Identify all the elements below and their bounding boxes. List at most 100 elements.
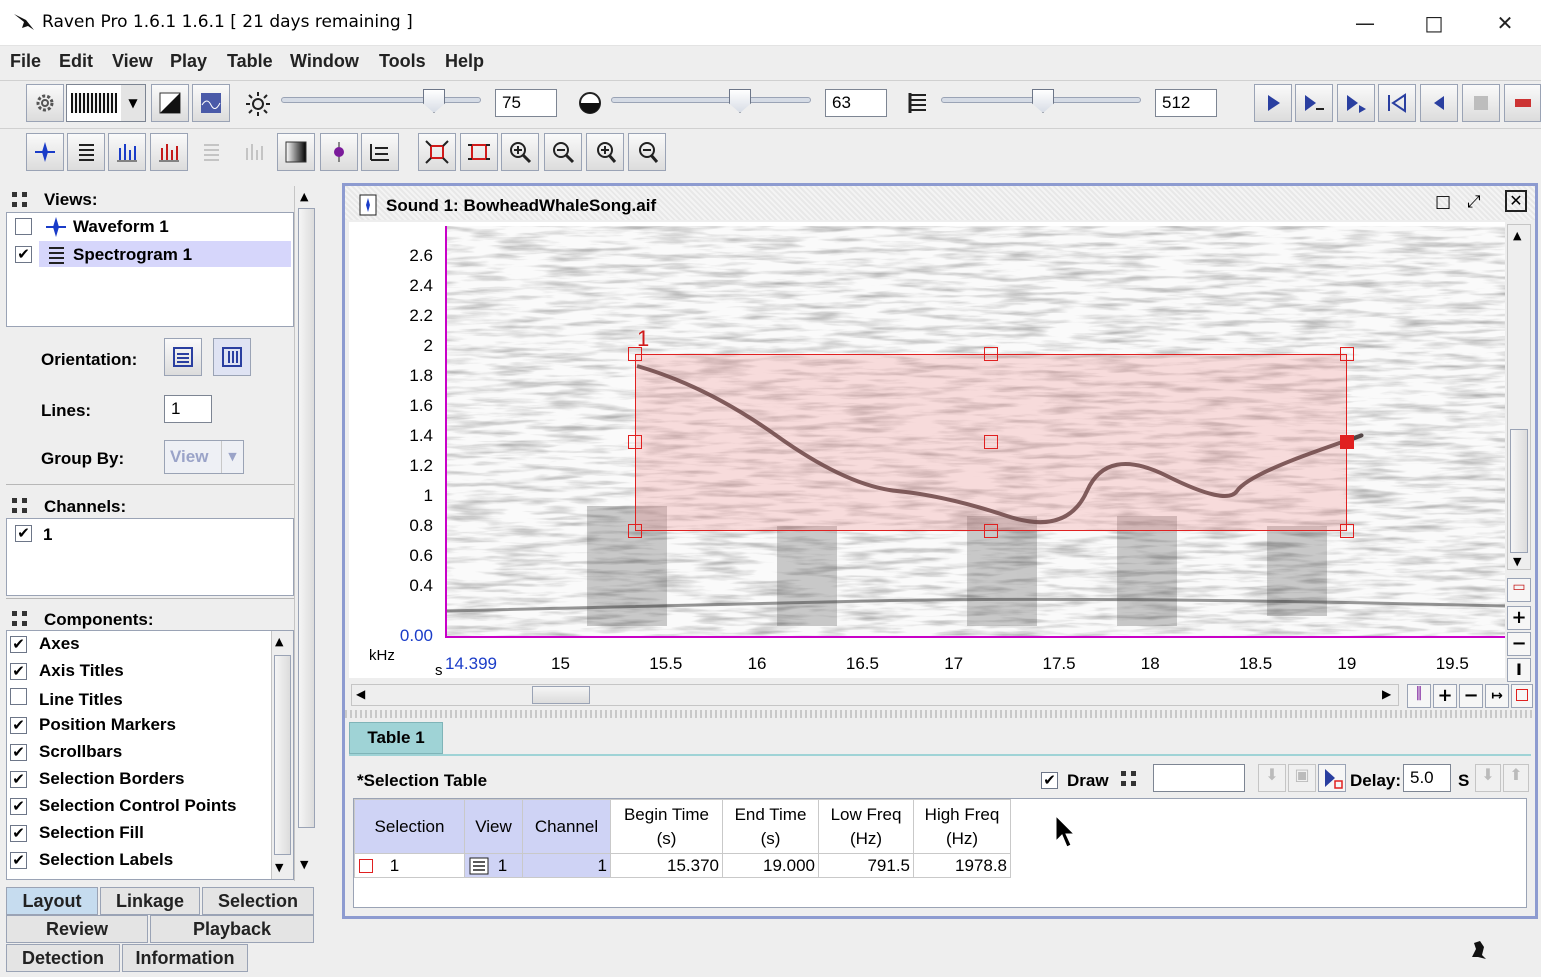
freq-fit-button[interactable]: ▭ (1507, 578, 1531, 602)
selection-handle[interactable] (628, 524, 642, 538)
table-search-input[interactable] (1153, 764, 1245, 792)
selection-handle[interactable] (628, 347, 642, 361)
tab-playback[interactable]: Playback (150, 915, 314, 943)
menu-table[interactable]: Table (227, 51, 273, 72)
freq-zoom-in-button[interactable]: + (1507, 606, 1531, 630)
maximize-button[interactable]: □ (1411, 8, 1457, 38)
move-up-button[interactable]: ⬆ (1503, 764, 1529, 792)
spectrogram-color-button[interactable] (192, 84, 230, 122)
selection-handle[interactable] (984, 435, 998, 449)
side-panel-scrollbar[interactable]: ▲ ▼ (294, 186, 318, 881)
column-header-begin-time[interactable]: Begin Time (s) (610, 799, 723, 854)
component-selection-control-points[interactable]: ✔ Selection Control Points (10, 796, 236, 816)
play-button[interactable] (1254, 84, 1292, 122)
freq-zoom-out-button[interactable]: − (1507, 632, 1531, 656)
freq-fit-all-button[interactable]: I (1507, 658, 1531, 682)
tab-information[interactable]: Information (122, 944, 248, 972)
checkbox-axes[interactable]: ✔ (10, 636, 27, 653)
component-line-titles[interactable]: Line Titles (10, 688, 123, 710)
zoom-all-button[interactable] (460, 133, 498, 171)
draw-checkbox[interactable]: ✔ (1041, 772, 1058, 789)
contrast-slider-thumb[interactable] (729, 89, 751, 113)
play-reverse-button[interactable] (1378, 84, 1416, 122)
delay-input[interactable]: 5.0 (1403, 764, 1451, 792)
view-item-waveform[interactable]: Waveform 1 (7, 213, 293, 241)
restore-window-icon[interactable]: ⤢ (1467, 192, 1481, 212)
scroll-down-icon[interactable]: ▼ (1513, 555, 1521, 568)
cell-high-freq[interactable]: 1978.8 (913, 853, 1011, 878)
menu-edit[interactable]: Edit (59, 51, 93, 72)
scroll-right-icon[interactable]: ▶ (1382, 687, 1391, 701)
component-selection-borders[interactable]: ✔ Selection Borders (10, 769, 185, 789)
selection-color-button[interactable] (1511, 684, 1533, 708)
table-view-button[interactable] (361, 133, 399, 171)
menu-play[interactable]: Play (170, 51, 207, 72)
new-slice-button[interactable] (150, 133, 188, 171)
time-fit-all-button[interactable]: ↦ (1485, 684, 1509, 708)
component-scrollbars[interactable]: ✔ Scrollbars (10, 742, 122, 762)
zoom-in-freq-button[interactable] (586, 133, 624, 171)
tab-linkage[interactable]: Linkage (100, 887, 200, 915)
cell-selection[interactable]: 1 (354, 853, 465, 878)
play-forward-button[interactable] (1337, 84, 1375, 122)
cell-begin-time[interactable]: 15.370 (610, 853, 723, 878)
new-spectrogram-button[interactable] (67, 133, 105, 171)
scroll-up-icon[interactable]: ▲ (1513, 229, 1521, 242)
checkbox-selection-control-points[interactable]: ✔ (10, 798, 27, 815)
freq-scrollbar[interactable]: ▲ ▼ (1507, 224, 1531, 570)
scroll-left-icon[interactable]: ◀ (356, 687, 365, 701)
tab-layout[interactable]: Layout (6, 887, 98, 915)
component-position-markers[interactable]: ✔ Position Markers (10, 715, 176, 735)
record-button[interactable] (1504, 84, 1541, 122)
selection-handle[interactable] (628, 435, 642, 449)
components-scroll-thumb[interactable] (274, 655, 291, 855)
checkbox-spectrogram[interactable]: ✔ (15, 246, 32, 263)
new-spectrum-button[interactable] (108, 133, 146, 171)
step-stop-button[interactable]: ▣ (1288, 764, 1316, 792)
component-selection-fill[interactable]: ✔ Selection Fill (10, 823, 144, 843)
time-zoom-in-button[interactable]: + (1433, 684, 1457, 708)
cell-end-time[interactable]: 19.000 (722, 853, 819, 878)
component-axis-titles[interactable]: ✔ Axis Titles (10, 661, 124, 681)
brightness-field[interactable]: 75 (495, 89, 557, 117)
component-axes[interactable]: ✔ Axes (10, 634, 80, 654)
menu-window[interactable]: Window (290, 51, 359, 72)
contrast-field[interactable]: 63 (825, 89, 887, 117)
spectrogram-plot[interactable]: 1 (445, 226, 1505, 636)
selection-handle[interactable] (984, 524, 998, 538)
cell-channel[interactable]: 1 (522, 853, 611, 878)
minimize-window-icon[interactable]: □ (1435, 192, 1451, 212)
stop-button[interactable] (1462, 84, 1500, 122)
splitter[interactable] (345, 710, 1535, 718)
settings-gear-button[interactable] (26, 84, 64, 122)
groupby-dropdown[interactable]: View ▼ (164, 440, 244, 474)
close-button[interactable]: ✕ (1482, 8, 1528, 38)
scroll-up-icon[interactable]: ▲ (300, 190, 308, 203)
column-header-channel[interactable]: Channel (522, 799, 611, 854)
zoom-to-selection-button[interactable] (418, 133, 456, 171)
zoom-out-time-button[interactable] (544, 133, 582, 171)
spectrogram-slice-button[interactable] (320, 133, 358, 171)
time-zoom-out-button[interactable]: − (1459, 684, 1483, 708)
time-scrollbar[interactable]: ◀ ▶ (351, 684, 1399, 706)
tab-detection[interactable]: Detection (6, 944, 120, 972)
colormap-dropdown[interactable]: ▼ (66, 84, 146, 122)
new-waveform-button[interactable] (26, 133, 64, 171)
component-selection-labels[interactable]: ✔ Selection Labels (10, 850, 173, 870)
time-scroll-thumb[interactable] (532, 686, 590, 704)
brightness-slider[interactable] (281, 97, 481, 103)
auto-play-button[interactable] (1318, 764, 1346, 792)
fft-size-slider-thumb[interactable] (1032, 89, 1054, 113)
checkbox-selection-fill[interactable]: ✔ (10, 825, 27, 842)
cell-view[interactable]: 1 (464, 853, 523, 878)
tab-selection[interactable]: Selection (202, 887, 314, 915)
zoom-in-time-button[interactable] (501, 133, 539, 171)
menu-help[interactable]: Help (445, 51, 484, 72)
minimize-button[interactable]: — (1342, 8, 1388, 38)
grayscale-button[interactable] (151, 84, 189, 122)
menu-tools[interactable]: Tools (379, 51, 426, 72)
close-window-icon[interactable]: ✕ (1505, 190, 1527, 212)
orientation-horizontal-button[interactable] (164, 338, 202, 376)
drag-handle-icon[interactable] (10, 190, 32, 210)
selection-handle[interactable] (984, 347, 998, 361)
